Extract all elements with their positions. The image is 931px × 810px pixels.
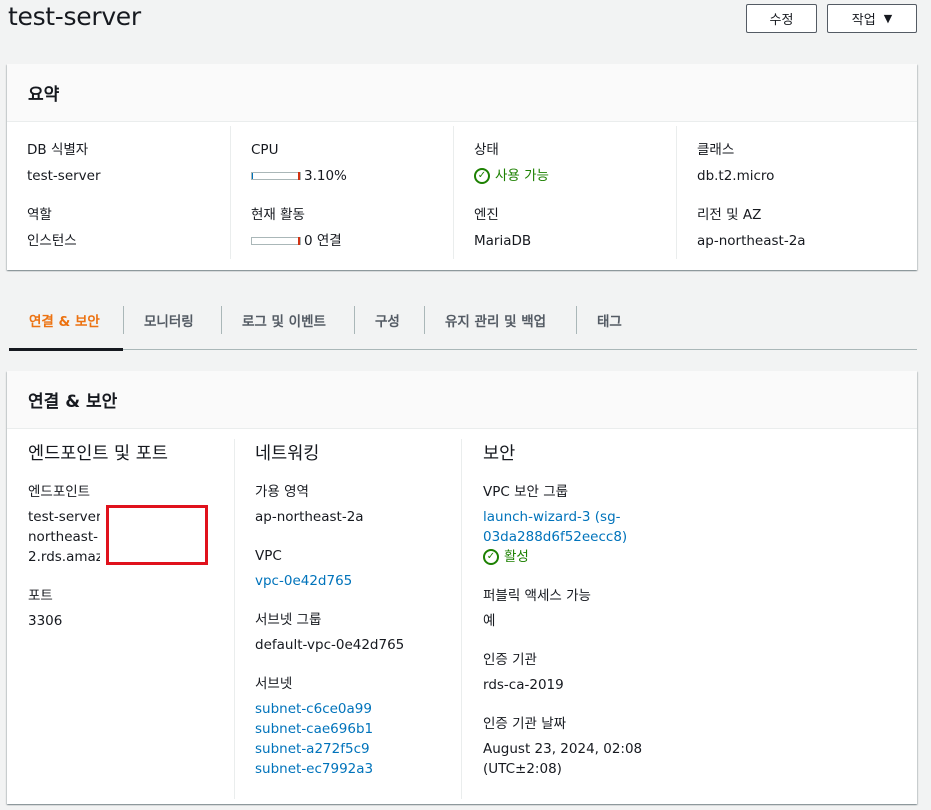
- redaction-box: [106, 505, 208, 565]
- check-circle-icon: ✓: [483, 549, 499, 565]
- security-column: 보안 VPC 보안 그룹 launch-wizard-3 (sg- 03da28…: [461, 439, 917, 799]
- tab-connectivity-security[interactable]: 연결 & 보안: [9, 290, 123, 351]
- cpu-meter-end: [298, 172, 300, 180]
- edit-button[interactable]: 수정: [746, 4, 817, 33]
- endpoint-line-2: northeast-: [28, 529, 98, 545]
- security-group-link[interactable]: launch-wizard-3 (sg- 03da288d6f52eecc8): [483, 507, 917, 547]
- status-label: 상태: [474, 142, 499, 158]
- actions-button[interactable]: 작업 ▼: [827, 4, 917, 33]
- connectivity-header: 연결 & 보안: [7, 371, 917, 429]
- endpoint-column: 엔드포인트 및 포트 엔드포인트 test-server. northeast-…: [7, 439, 234, 799]
- summary-panel: 요약 DB 식별자 test-server 역할 인스턴스 CPU 3.10% …: [7, 64, 917, 270]
- subnet-link[interactable]: subnet-c6ce0a99: [255, 699, 461, 719]
- security-group-link-line-2: 03da288d6f52eecc8): [483, 529, 628, 545]
- tab-monitoring[interactable]: 모니터링: [123, 290, 221, 350]
- availability-zone-label: 가용 영역: [255, 484, 309, 500]
- tab-configuration[interactable]: 구성: [354, 290, 424, 350]
- certificate-date-line-2: (UTC±2:08): [483, 761, 562, 777]
- cpu-meter-bar: [251, 172, 301, 180]
- activity-meter-bar: [251, 237, 301, 245]
- db-identifier-label: DB 식별자: [27, 142, 89, 158]
- subnet-link[interactable]: subnet-cae696b1: [255, 719, 461, 739]
- detail-tabs: 연결 & 보안 모니터링 로그 및 이벤트 구성 유지 관리 및 백업 태그: [9, 290, 917, 351]
- availability-zone-value: ap-northeast-2a: [255, 509, 364, 525]
- security-group-status: ✓ 활성: [483, 547, 917, 567]
- cpu-value: 3.10%: [304, 168, 347, 184]
- subnets-label: 서브넷: [255, 676, 293, 692]
- region-az-label: 리전 및 AZ: [697, 207, 762, 223]
- summary-col-class: 클래스 db.t2.micro 리전 및 AZ ap-northeast-2a: [676, 126, 899, 259]
- port-value: 3306: [28, 613, 63, 629]
- port-label: 포트: [28, 588, 53, 604]
- tab-logs-events[interactable]: 로그 및 이벤트: [221, 290, 354, 350]
- db-identifier-value: test-server: [27, 168, 101, 184]
- summary-col-cpu: CPU 3.10% 현재 활동 0 연결: [230, 126, 453, 259]
- endpoint-heading: 엔드포인트 및 포트: [28, 444, 168, 464]
- certificate-authority-value: rds-ca-2019: [483, 677, 564, 693]
- class-label: 클래스: [697, 142, 735, 158]
- activity-meter-end: [298, 237, 300, 245]
- public-access-value: 예: [483, 613, 496, 629]
- caret-down-icon: ▼: [883, 12, 893, 25]
- summary-col-status: 상태 ✓ 사용 가능 엔진 MariaDB: [453, 126, 676, 259]
- vpc-label: VPC: [255, 548, 282, 564]
- current-activity-value: 0 연결: [304, 233, 342, 249]
- security-group-label: VPC 보안 그룹: [483, 484, 569, 500]
- endpoint-line-3: 2.rds.amazo: [28, 549, 100, 565]
- security-group-status-value: 활성: [504, 549, 529, 565]
- role-value: 인스턴스: [27, 233, 77, 249]
- certificate-date-value: August 23, 2024, 02:08 (UTC±2:08): [483, 739, 917, 779]
- current-activity-label: 현재 활동: [251, 207, 305, 223]
- subnet-group-value: default-vpc-0e42d765: [255, 637, 405, 653]
- cpu-label: CPU: [251, 142, 279, 158]
- page-title: test-server: [8, 2, 141, 31]
- tab-maintenance-backup[interactable]: 유지 관리 및 백업: [424, 290, 576, 350]
- role-label: 역할: [27, 207, 52, 223]
- class-value: db.t2.micro: [697, 168, 775, 184]
- engine-label: 엔진: [474, 207, 499, 223]
- activity-meter: 0 연결: [251, 231, 453, 251]
- certificate-authority-label: 인증 기관: [483, 652, 537, 668]
- subnet-link[interactable]: subnet-ec7992a3: [255, 759, 461, 779]
- summary-title: 요약: [28, 85, 60, 105]
- public-access-label: 퍼블릭 액세스 가능: [483, 588, 591, 604]
- endpoint-label: 엔드포인트: [28, 484, 91, 500]
- engine-value: MariaDB: [474, 233, 532, 249]
- subnet-link[interactable]: subnet-a272f5c9: [255, 739, 461, 759]
- status-value: 사용 가능: [495, 168, 549, 184]
- subnet-group-label: 서브넷 그룹: [255, 612, 322, 628]
- summary-col-identifier: DB 식별자 test-server 역할 인스턴스: [7, 126, 230, 259]
- cpu-meter-fill: [252, 173, 254, 179]
- connectivity-panel: 연결 & 보안 엔드포인트 및 포트 엔드포인트 test-server. no…: [7, 371, 917, 804]
- endpoint-line-1: test-server.: [28, 509, 100, 525]
- cpu-meter: 3.10%: [251, 166, 453, 186]
- edit-button-label: 수정: [769, 13, 794, 28]
- networking-column: 네트워킹 가용 영역 ap-northeast-2a VPC vpc-0e42d…: [234, 439, 461, 799]
- certificate-date-line-1: August 23, 2024, 02:08: [483, 741, 643, 757]
- actions-button-label: 작업: [851, 13, 876, 28]
- check-circle-icon: ✓: [474, 168, 490, 184]
- security-heading: 보안: [483, 444, 516, 464]
- networking-heading: 네트워킹: [255, 444, 320, 464]
- certificate-date-label: 인증 기관 날짜: [483, 716, 567, 732]
- connectivity-title: 연결 & 보안: [28, 392, 118, 412]
- summary-header: 요약: [7, 64, 917, 122]
- tab-tags[interactable]: 태그: [576, 290, 648, 350]
- vpc-link[interactable]: vpc-0e42d765: [255, 571, 461, 591]
- security-group-link-line-1: launch-wizard-3 (sg-: [483, 509, 621, 525]
- status-badge: ✓ 사용 가능: [474, 166, 676, 186]
- subnets-list: subnet-c6ce0a99 subnet-cae696b1 subnet-a…: [255, 699, 461, 779]
- region-az-value: ap-northeast-2a: [697, 233, 806, 249]
